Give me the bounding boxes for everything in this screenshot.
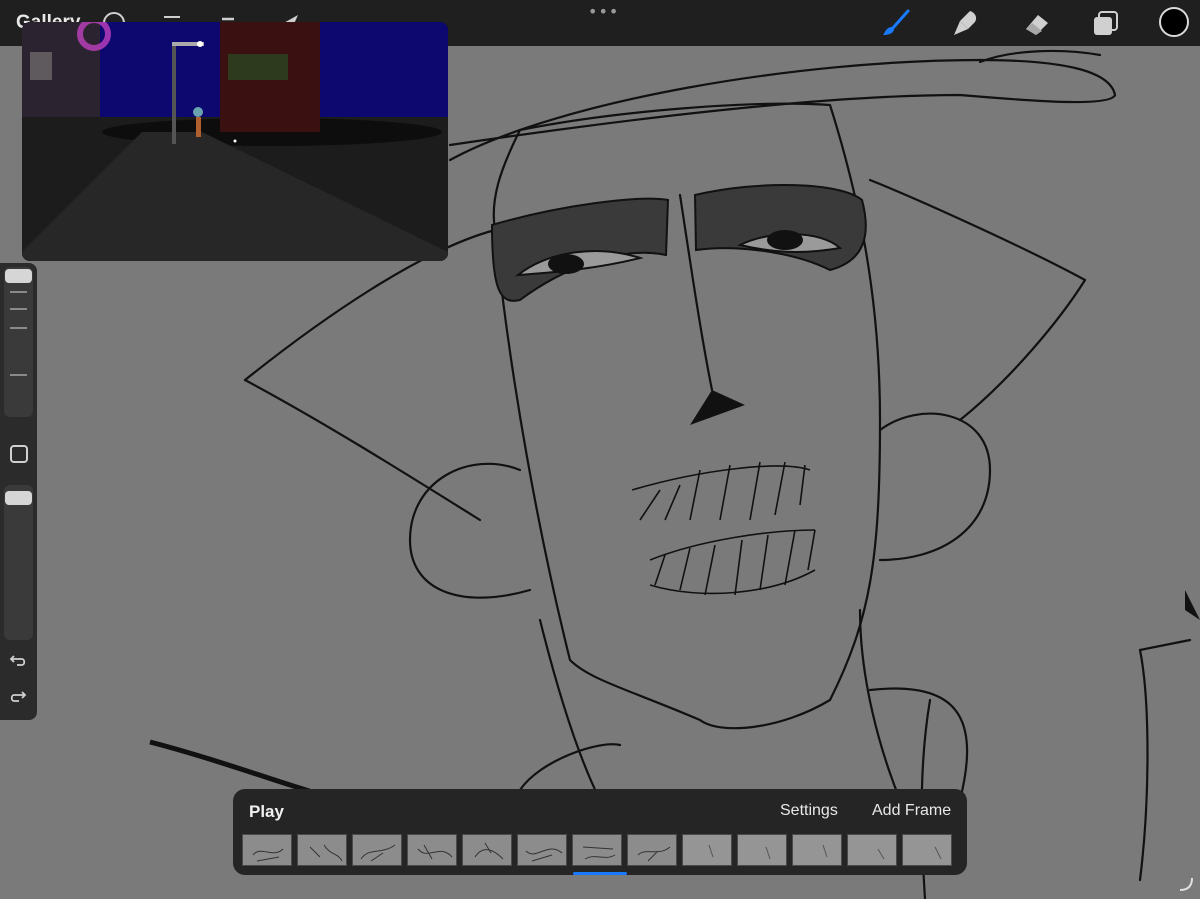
handle-dots-icon[interactable]: ••• [588, 2, 619, 21]
frame-thumbnail-8[interactable] [627, 834, 677, 866]
frame-timeline [242, 834, 952, 866]
slider-tick [10, 291, 27, 293]
frame-thumbnail-3[interactable] [352, 834, 402, 866]
slider-tick [10, 327, 27, 329]
layers-icon[interactable] [1090, 7, 1122, 39]
frame-thumbnail-1[interactable] [242, 834, 292, 866]
selected-frame-indicator [573, 872, 627, 875]
settings-button[interactable]: Settings [780, 802, 838, 820]
brush-icon[interactable] [880, 7, 912, 39]
add-frame-button[interactable]: Add Frame [872, 802, 951, 820]
resize-corner-icon[interactable] [1178, 876, 1194, 892]
slider-tick [10, 374, 27, 376]
frame-thumbnail-13[interactable] [902, 834, 952, 866]
play-button[interactable]: Play [249, 802, 284, 822]
redo-icon[interactable] [8, 686, 28, 706]
pip-video-frame [22, 22, 448, 261]
eraser-icon[interactable] [1020, 7, 1052, 39]
animation-assist-panel: Play Settings Add Frame [233, 789, 967, 875]
slider-tick [10, 308, 27, 310]
brush-size-thumb[interactable] [5, 269, 32, 283]
frame-thumbnail-5[interactable] [462, 834, 512, 866]
smudge-icon[interactable] [950, 7, 982, 39]
picture-in-picture-window[interactable] [22, 22, 448, 261]
opacity-thumb[interactable] [5, 491, 32, 505]
frame-thumbnail-4[interactable] [407, 834, 457, 866]
opacity-slider[interactable] [4, 485, 33, 640]
modifier-button[interactable] [10, 445, 28, 463]
brush-size-slider[interactable] [4, 267, 33, 417]
frame-thumbnail-10[interactable] [737, 834, 787, 866]
frame-thumbnail-11[interactable] [792, 834, 842, 866]
frame-thumbnail-9[interactable] [682, 834, 732, 866]
color-picker-button[interactable] [1159, 7, 1189, 37]
left-sidebar [0, 263, 37, 720]
frame-thumbnail-6[interactable] [517, 834, 567, 866]
frame-thumbnail-12[interactable] [847, 834, 897, 866]
undo-icon[interactable] [8, 650, 28, 670]
frame-thumbnail-7[interactable] [572, 834, 622, 866]
frame-thumbnail-2[interactable] [297, 834, 347, 866]
